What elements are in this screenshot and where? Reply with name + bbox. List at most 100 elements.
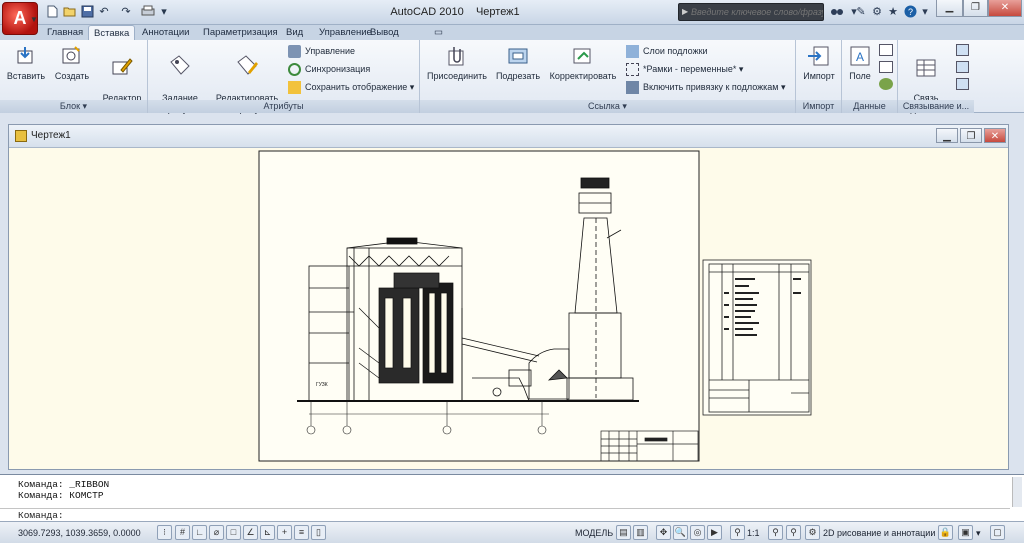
search-arrow-icon: ▶: [682, 7, 689, 16]
annotation-scale-value[interactable]: 1:1: [747, 526, 760, 540]
data-link-button[interactable]: Связь с данными: [900, 43, 952, 114]
hardware-acceleration-icon[interactable]: ▣: [958, 525, 973, 540]
drawing-canvas[interactable]: ГУЗК: [9, 148, 1008, 469]
showmotion-icon[interactable]: ▶: [707, 525, 722, 540]
field-button[interactable]: A Поле: [844, 43, 876, 98]
upload-to-source-icon[interactable]: [956, 61, 969, 73]
tab-output[interactable]: Вывод: [365, 25, 404, 40]
communication-center-icon[interactable]: ⚙: [869, 5, 885, 20]
tab-home[interactable]: Главная: [42, 25, 88, 40]
attribute-manager-button[interactable]: Управление: [288, 43, 355, 59]
annotation-scale-icon[interactable]: ⚲: [730, 525, 745, 540]
snap-icon: [626, 81, 639, 95]
panel-label-reference[interactable]: Ссылка ▾: [420, 100, 795, 113]
edit-attribute-icon: [237, 55, 258, 75]
adjust-button[interactable]: Корректировать: [546, 43, 620, 98]
grid-display-icon[interactable]: #: [175, 525, 190, 540]
attach-paperclip-icon: [448, 47, 464, 66]
retain-display-button[interactable]: Сохранить отображение ▾: [288, 79, 414, 95]
open-folder-icon[interactable]: [62, 5, 78, 20]
insert-block-button[interactable]: Вставить: [6, 43, 46, 98]
quick-properties-icon[interactable]: ▯: [311, 525, 326, 540]
close-button[interactable]: ✕: [988, 0, 1022, 17]
polar-tracking-icon[interactable]: ⌀: [209, 525, 224, 540]
drawing-file-icon: [15, 130, 27, 142]
panel-label-data: Данные: [842, 100, 897, 113]
object-snap-icon[interactable]: □: [226, 525, 241, 540]
layout-tab-icon[interactable]: ▤: [616, 525, 631, 540]
tab-annotate[interactable]: Аннотации: [137, 25, 195, 40]
dropdown-arrow-icon[interactable]: ▾: [917, 5, 933, 20]
frames-variable-dropdown[interactable]: *Рамки - переменные* ▾: [626, 61, 743, 77]
panel-attributes: Задание атрибутов Редактировать атрибут …: [148, 40, 420, 114]
tab-insert[interactable]: Вставка: [88, 25, 136, 40]
command-scrollbar[interactable]: [1012, 477, 1022, 507]
steering-wheel-icon[interactable]: ◎: [690, 525, 705, 540]
update-fields-icon[interactable]: [879, 44, 893, 56]
workspace-selector[interactable]: 2D рисование и аннотации ▾: [823, 526, 942, 540]
clean-screen-icon[interactable]: ▢: [990, 525, 1005, 540]
lock-ui-icon[interactable]: 🔒: [938, 525, 953, 540]
retain-display-icon: [288, 81, 301, 95]
dropdown-arrow-icon[interactable]: ▾: [156, 5, 172, 20]
wrench-icon[interactable]: ✎: [853, 5, 869, 20]
command-input[interactable]: [72, 509, 972, 520]
dynamic-input-icon[interactable]: +: [277, 525, 292, 540]
zoom-icon[interactable]: 🔍: [673, 525, 688, 540]
create-block-button[interactable]: Создать: [52, 43, 92, 98]
coordinates-readout[interactable]: 3069.7293, 1039.3659, 0.0000: [18, 526, 141, 540]
window-title: AutoCAD 2010 Чертеж1: [390, 6, 520, 18]
define-attributes-button[interactable]: Задание атрибутов: [154, 43, 206, 114]
favorites-star-icon[interactable]: ★: [885, 5, 901, 20]
ribbon-minimize-icon[interactable]: ▭: [429, 25, 448, 40]
help-icon[interactable]: ?: [902, 5, 918, 20]
auto-scale-icon[interactable]: ⚲: [786, 525, 801, 540]
attach-button[interactable]: Присоединить: [424, 43, 490, 98]
plot-icon[interactable]: [140, 5, 156, 20]
binoculars-icon[interactable]: [829, 5, 845, 20]
snap-to-underlays-button[interactable]: Включить привязку к подложкам ▾: [626, 79, 786, 95]
download-from-source-icon[interactable]: [956, 44, 969, 56]
clip-button[interactable]: Подрезать: [492, 43, 544, 98]
search-box[interactable]: ▶: [678, 3, 824, 21]
dynamic-ucs-icon[interactable]: ⊾: [260, 525, 275, 540]
redo-icon[interactable]: ↷: [118, 5, 134, 20]
pan-icon[interactable]: ✥: [656, 525, 671, 540]
data-extraction-icon[interactable]: [879, 78, 893, 90]
status-menu-icon[interactable]: ▾: [976, 526, 981, 540]
tab-view[interactable]: Вид: [281, 25, 308, 40]
drawing-restore-button[interactable]: ❐: [960, 128, 982, 143]
panel-block: Вставить Создать Редактор блоков Блок ▾: [0, 40, 148, 114]
layout-tab-2-icon[interactable]: ▥: [633, 525, 648, 540]
search-input[interactable]: [691, 4, 823, 20]
extract-data-icon[interactable]: [956, 78, 969, 90]
minimize-button[interactable]: ▁: [936, 0, 963, 17]
restore-button[interactable]: ❐: [963, 0, 988, 17]
edit-attribute-button[interactable]: Редактировать атрибут: [210, 43, 284, 114]
drawing-close-button[interactable]: ✕: [984, 128, 1006, 143]
app-menu-arrow-icon[interactable]: ▼: [30, 15, 38, 24]
annotation-visibility-icon[interactable]: ⚲: [768, 525, 783, 540]
field-icon: A: [850, 46, 870, 66]
underlay-layers-button[interactable]: Слои подложки: [626, 43, 708, 59]
block-editor-button[interactable]: Редактор блоков: [98, 43, 146, 114]
tag-icon: [170, 55, 190, 75]
drawing-title: Чертеж1: [31, 130, 71, 141]
ortho-mode-icon[interactable]: ∟: [192, 525, 207, 540]
status-bar: 3069.7293, 1039.3659, 0.0000 ⁝ # ∟ ⌀ □ ∠…: [0, 521, 1024, 543]
ribbon: Вставить Создать Редактор блоков Блок ▾ …: [0, 40, 1024, 114]
undo-icon[interactable]: ↶: [96, 5, 112, 20]
workspace-switch-icon[interactable]: ⚙: [805, 525, 820, 540]
import-button[interactable]: Импорт: [798, 43, 840, 98]
synchronize-button[interactable]: Синхронизация: [288, 61, 370, 77]
lineweight-icon[interactable]: ≡: [294, 525, 309, 540]
snap-mode-icon[interactable]: ⁝: [157, 525, 172, 540]
link-data-icon[interactable]: [879, 61, 893, 73]
object-snap-tracking-icon[interactable]: ∠: [243, 525, 258, 540]
panel-label-block[interactable]: Блок ▾: [0, 100, 147, 113]
new-file-icon[interactable]: [44, 5, 60, 20]
tab-parametric[interactable]: Параметризация: [198, 25, 283, 40]
drawing-minimize-button[interactable]: ▁: [936, 128, 958, 143]
save-icon[interactable]: [79, 5, 95, 20]
model-space-toggle[interactable]: МОДЕЛЬ: [575, 526, 613, 540]
